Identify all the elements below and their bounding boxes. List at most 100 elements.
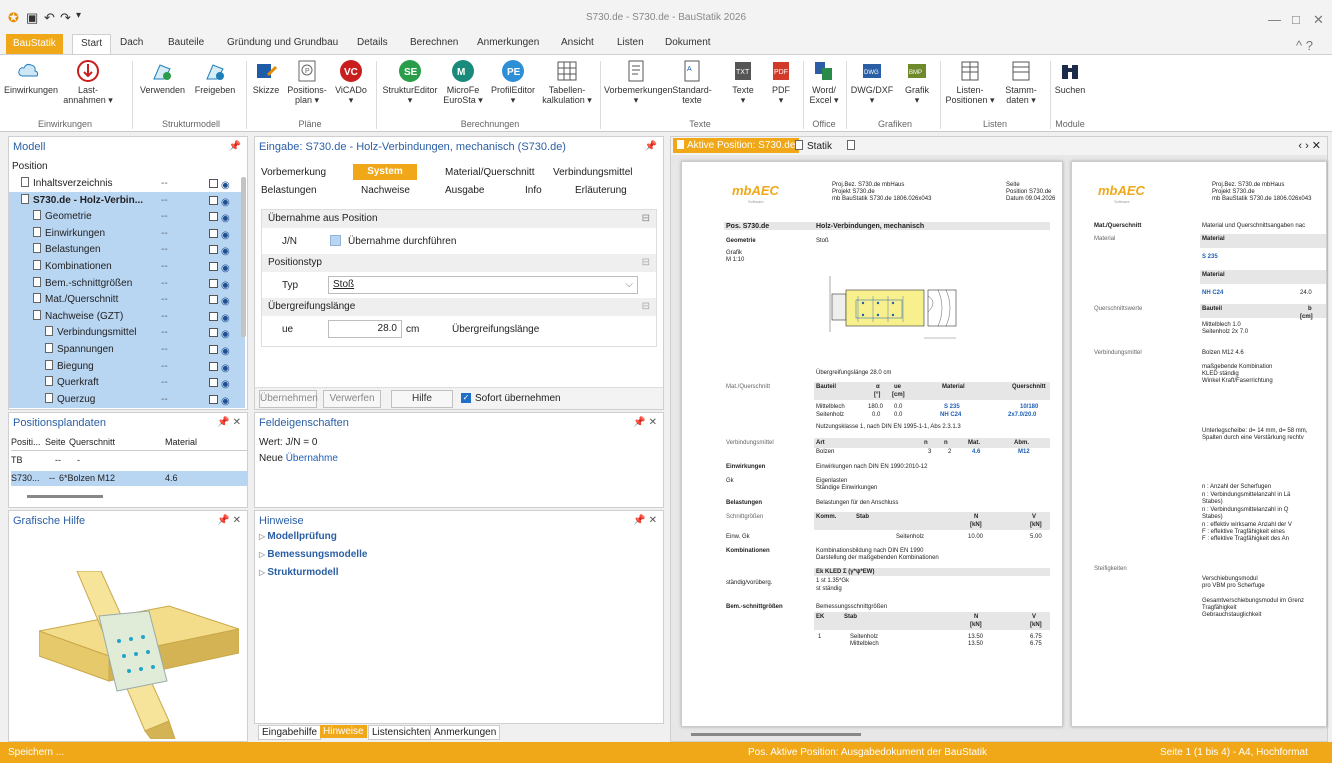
uebernehmen-button[interactable]: Übernehmen	[259, 390, 318, 408]
tab-start[interactable]: Start	[72, 34, 112, 55]
tree-item[interactable]: Mat./Querschnitt -- ◉	[9, 291, 245, 309]
tree-item-checkbox[interactable]	[209, 278, 218, 288]
skizze-button[interactable]: Skizze	[250, 59, 282, 95]
tree-item[interactable]: Nachweise (GZT) -- ◉	[9, 307, 245, 325]
pdf-button[interactable]: PDF PDF ▾	[766, 59, 796, 105]
section-uebernahme[interactable]: Übernahme aus Position ⊟	[262, 210, 656, 228]
tree-item[interactable]: Kombinationen -- ◉	[9, 258, 245, 275]
nav-close-icons[interactable]: ‹ › ✕	[1298, 139, 1321, 152]
freigeben-button[interactable]: Freigeben	[192, 59, 238, 95]
tree-item-checkbox[interactable]	[209, 245, 218, 255]
tree-item-checkbox[interactable]	[209, 394, 218, 404]
word-excel-button[interactable]: Word/ Excel ▾	[806, 59, 842, 105]
tree-item[interactable]: Einwirkungen -- ◉	[9, 224, 245, 242]
field-desc-link[interactable]: Übernahme	[286, 453, 338, 464]
tree-item[interactable]: Biegung -- ◉	[9, 357, 245, 375]
tab-verbindungsmittel[interactable]: Verbindungsmittel	[553, 167, 633, 178]
tab-nachweise[interactable]: Nachweise	[361, 185, 410, 196]
tab-anmerkungen-bottom[interactable]: Anmerkungen	[430, 725, 501, 740]
tab-ausgabe[interactable]: Ausgabe	[445, 185, 484, 196]
table-row[interactable]: S730... -- 6*Bolzen M12 4.6	[11, 471, 247, 486]
collapse-icon[interactable]: ⊟	[642, 257, 650, 268]
pin-close-icon[interactable]: 📌 ✕	[633, 417, 657, 428]
tree-item-checkbox[interactable]	[209, 311, 218, 321]
suchen-button[interactable]: Suchen	[1054, 59, 1086, 95]
tab-gruendung[interactable]: Gründung und Grundbau	[227, 37, 338, 48]
tree-item-checkbox[interactable]	[209, 378, 218, 388]
tab-eingabehilfe[interactable]: Eingabehilfe	[258, 725, 322, 740]
pin-icon[interactable]: 📌	[229, 141, 241, 152]
standardtexte-button[interactable]: A Standard- texte	[672, 59, 712, 105]
hint-item[interactable]: ▷ Modellprüfung	[259, 531, 337, 542]
minimize-icon[interactable]: —	[1268, 12, 1281, 27]
tree-item[interactable]: S730.de - Holz-Verbin... -- ◉	[9, 191, 245, 209]
hint-item[interactable]: ▷ Bemessungsmodelle	[259, 549, 367, 560]
tree-item-checkbox[interactable]	[209, 195, 218, 205]
tab-anmerkungen[interactable]: Anmerkungen	[477, 37, 539, 48]
new-tab-icon[interactable]	[847, 140, 859, 152]
dwg-dxf-button[interactable]: DWG DWG/DXF ▾	[850, 59, 894, 105]
tree-item[interactable]: Spannungen -- ◉	[9, 341, 245, 358]
verwerfen-button[interactable]: Verwerfen	[323, 390, 381, 408]
section-positionstyp[interactable]: Positionstyp ⊟	[262, 254, 656, 272]
pin-icon[interactable]: 📌	[645, 141, 657, 152]
col-querschnitt[interactable]: Querschnitt	[69, 437, 115, 447]
collapse-icon[interactable]: ⊟	[642, 301, 650, 312]
tree-item-checkbox[interactable]	[209, 295, 218, 305]
tab-dokument[interactable]: Dokument	[665, 37, 711, 48]
listen-positionen-button[interactable]: Listen- Positionen ▾	[944, 59, 996, 105]
vorbemerkungen-button[interactable]: Vorbemerkungen ▾	[604, 59, 673, 105]
tab-details[interactable]: Details	[357, 37, 388, 48]
hint-item[interactable]: ▷ Strukturmodell	[259, 567, 339, 578]
tree-item[interactable]: Querzug -- ◉	[9, 390, 245, 409]
microfe-button[interactable]: M MicroFe EuroSta ▾	[440, 59, 486, 105]
texte-button[interactable]: TXT Texte ▾	[728, 59, 758, 105]
tab-belastungen[interactable]: Belastungen	[261, 185, 317, 196]
tab-listensichten[interactable]: Listensichten	[368, 725, 435, 740]
tab-material-querschnitt[interactable]: Material/Querschnitt	[445, 167, 534, 178]
vicado-button[interactable]: VC ViCADo ▾	[332, 59, 370, 105]
horizontal-scrollbar[interactable]	[691, 733, 861, 736]
pin-close-icon[interactable]: 📌 ✕	[633, 515, 657, 526]
ue-input[interactable]: 28.0	[328, 320, 402, 338]
col-seite[interactable]: Seite	[45, 437, 66, 447]
tree-scrollbar[interactable]	[241, 177, 246, 337]
hilfe-button[interactable]: Hilfe	[391, 390, 453, 408]
tab-info[interactable]: Info	[525, 185, 542, 196]
struktureditor-button[interactable]: SE StrukturEditor ▾	[380, 59, 440, 105]
close-icon[interactable]: ✕	[1313, 12, 1324, 28]
collapse-icon[interactable]: ⊟	[642, 213, 650, 224]
profileditor-button[interactable]: PE ProfilEditor ▾	[488, 59, 538, 105]
horizontal-scrollbar[interactable]	[27, 495, 103, 498]
tab-berechnen[interactable]: Berechnen	[410, 37, 458, 48]
col-material[interactable]: Material	[165, 437, 197, 447]
einwirkungen-button[interactable]: Einwirkungen	[4, 59, 58, 95]
chevron-down-icon[interactable]: ⌵	[625, 277, 633, 293]
tab-hinweise[interactable]: Hinweise	[320, 725, 367, 738]
tree-item-checkbox[interactable]	[209, 361, 218, 371]
tree-item[interactable]: Verbindungsmittel -- ◉	[9, 324, 245, 342]
eye-icon[interactable]: ◉	[221, 393, 230, 409]
pin-close-icon[interactable]: 📌 ✕	[217, 417, 241, 428]
verwenden-button[interactable]: Verwenden	[140, 59, 185, 95]
tab-vorbemerkung[interactable]: Vorbemerkung	[261, 167, 326, 178]
tree-item[interactable]: Geometrie -- ◉	[9, 208, 245, 226]
tab-dach[interactable]: Dach	[120, 37, 143, 48]
tabellenkalkulation-button[interactable]: Tabellen- kalkulation ▾	[538, 59, 596, 105]
grafik-button[interactable]: BMP Grafik ▾	[898, 59, 936, 105]
table-row[interactable]: TB -- -	[11, 455, 247, 469]
tab-statik[interactable]: Statik	[795, 140, 832, 152]
tab-aktive-position[interactable]: Aktive Position: S730.de	[673, 138, 800, 153]
col-position[interactable]: Positi...	[11, 437, 41, 447]
tree-item[interactable]: Inhaltsverzeichnis -- ◉	[9, 175, 245, 192]
lastannahmen-button[interactable]: Last- annahmen ▾	[62, 59, 114, 105]
maximize-icon[interactable]: □	[1292, 12, 1300, 27]
tab-erlaeuterung[interactable]: Erläuterung	[575, 185, 627, 196]
tree-item-checkbox[interactable]	[209, 262, 218, 271]
tree-item-checkbox[interactable]	[209, 179, 218, 188]
tree-item-checkbox[interactable]	[209, 345, 218, 354]
sofort-checkbox[interactable]: ✓	[461, 393, 471, 403]
tree-item-checkbox[interactable]	[209, 228, 218, 238]
uebernahme-checkbox[interactable]	[330, 235, 341, 246]
tab-bauteile[interactable]: Bauteile	[168, 37, 204, 48]
